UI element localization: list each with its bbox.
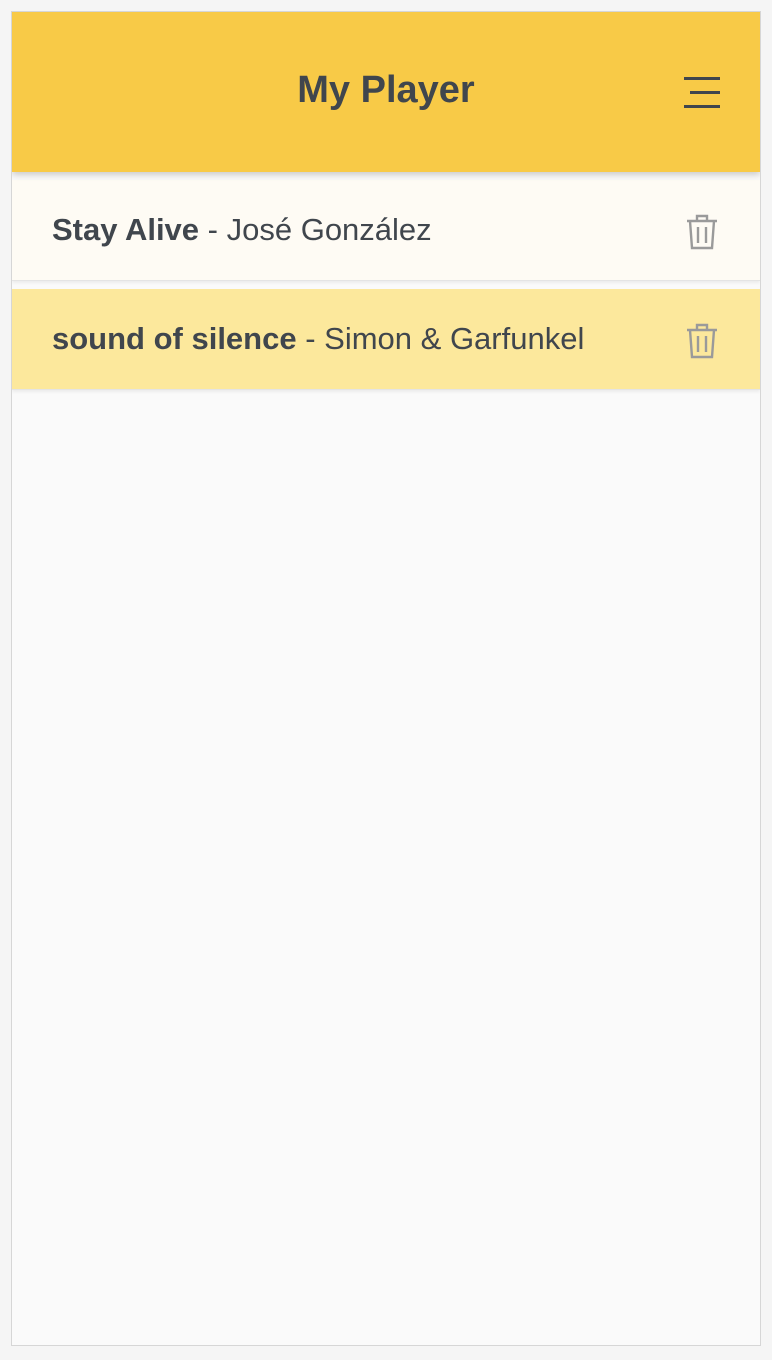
list-item[interactable]: Stay Alive - José González xyxy=(12,180,760,281)
trash-icon[interactable] xyxy=(685,213,719,251)
track-label: sound of silence - Simon & Garfunkel xyxy=(52,319,584,359)
track-label: Stay Alive - José González xyxy=(52,210,432,250)
trash-icon[interactable] xyxy=(685,322,719,360)
list-item[interactable]: sound of silence - Simon & Garfunkel xyxy=(12,289,760,390)
title-separator: - xyxy=(199,212,227,247)
song-title: Stay Alive xyxy=(52,212,200,247)
artist-name: José González xyxy=(226,212,432,247)
app-header: My Player xyxy=(12,12,760,172)
song-title: sound of silence xyxy=(52,321,297,356)
playlist: Stay Alive - José González sound of sile… xyxy=(12,180,760,398)
app-title: My Player xyxy=(297,69,475,111)
title-separator: - xyxy=(296,321,325,356)
app-frame: My Player Stay Alive - José González sou… xyxy=(11,11,761,1346)
artist-name: Simon & Garfunkel xyxy=(324,321,585,356)
menu-icon[interactable] xyxy=(680,74,726,112)
